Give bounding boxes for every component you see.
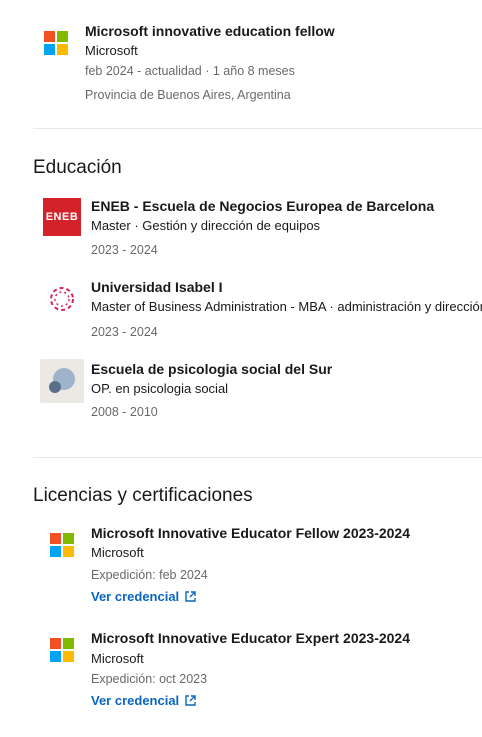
escuela-psicologia-logo[interactable] [40, 359, 84, 403]
education-dates: 2023 - 2024 [91, 325, 158, 339]
view-credential-link[interactable]: Ver credencial [91, 589, 196, 604]
license-issuer: Microsoft [91, 545, 144, 560]
microsoft-logo [50, 533, 74, 557]
education-dates: 2023 - 2024 [91, 243, 158, 257]
license-name: Microsoft Innovative Educator Expert 202… [91, 630, 410, 646]
experience-title[interactable]: Microsoft innovative education fellow [85, 23, 335, 39]
universidad-isabel-logo[interactable] [45, 282, 79, 316]
license-issuer: Microsoft [91, 651, 144, 666]
experience-dates: feb 2024 - actualidad · 1 año 8 meses [85, 64, 295, 78]
education-degree: Master · Gestión y dirección de equipos [91, 218, 321, 233]
education-dates: 2008 - 2010 [91, 405, 158, 419]
education-degree: Master of Business Administration - MBA … [91, 299, 482, 314]
license-issued: Expedición: oct 2023 [91, 672, 208, 686]
eneb-logo[interactable]: ENEB [43, 198, 81, 236]
divider [33, 128, 482, 129]
microsoft-logo [50, 638, 74, 662]
divider [33, 457, 482, 458]
microsoft-logo [44, 31, 68, 55]
education-school[interactable]: Escuela de psicologia social del Sur [91, 361, 332, 377]
license-name: Microsoft Innovative Educator Fellow 202… [91, 525, 410, 541]
license-issued: Expedición: feb 2024 [91, 568, 208, 582]
licenses-heading: Licencias y certificaciones [33, 485, 253, 506]
experience-location: Provincia de Buenos Aires, Argentina [85, 88, 291, 102]
view-credential-label: Ver credencial [91, 589, 180, 604]
view-credential-label: Ver credencial [91, 693, 180, 708]
education-heading: Educación [33, 157, 122, 178]
external-link-icon [185, 591, 196, 602]
experience-company: Microsoft [85, 43, 138, 58]
view-credential-link[interactable]: Ver credencial [91, 693, 196, 708]
external-link-icon [185, 695, 196, 706]
education-school[interactable]: ENEB - Escuela de Negocios Europea de Ba… [91, 198, 434, 214]
education-degree: OP. en psicologia social [91, 381, 229, 396]
education-school[interactable]: Universidad Isabel I [91, 279, 223, 295]
